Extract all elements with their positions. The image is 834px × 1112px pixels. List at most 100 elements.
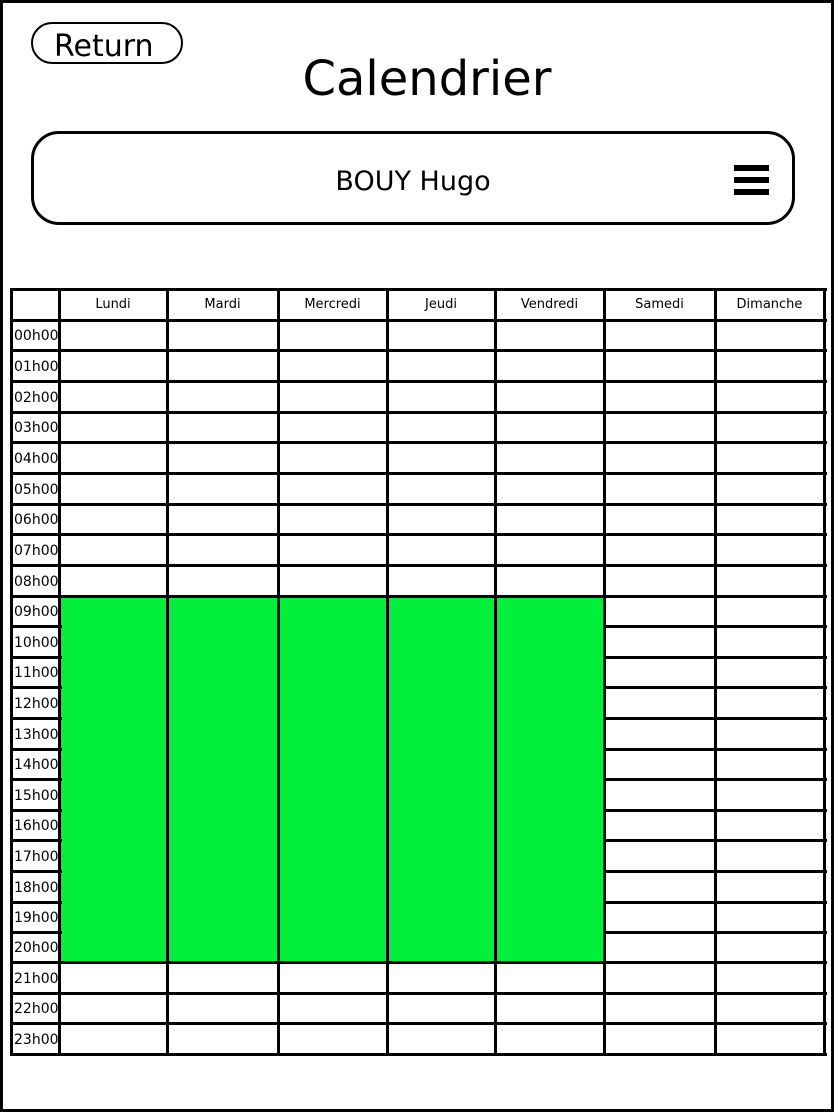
time-slot-jeudi-05h00[interactable] bbox=[387, 473, 495, 504]
time-slot-jeudi-09h00[interactable] bbox=[387, 596, 495, 626]
time-slot-dimanche-09h00[interactable] bbox=[715, 596, 824, 626]
time-slot-jeudi-11h00[interactable] bbox=[387, 657, 495, 687]
time-slot-samedi-07h00[interactable] bbox=[604, 534, 715, 565]
time-slot-jeudi-17h00[interactable] bbox=[387, 840, 495, 871]
time-slot-mardi-05h00[interactable] bbox=[167, 473, 278, 504]
time-slot-samedi-02h00[interactable] bbox=[604, 381, 715, 412]
time-slot-mardi-13h00[interactable] bbox=[167, 718, 278, 749]
time-slot-mercredi-18h00[interactable] bbox=[278, 871, 387, 902]
time-slot-samedi-15h00[interactable] bbox=[604, 779, 715, 810]
time-slot-jeudi-20h00[interactable] bbox=[387, 932, 495, 962]
time-slot-lundi-02h00[interactable] bbox=[59, 381, 167, 412]
time-slot-mardi-10h00[interactable] bbox=[167, 626, 278, 657]
time-slot-samedi-12h00[interactable] bbox=[604, 687, 715, 718]
time-slot-vendredi-00h00[interactable] bbox=[495, 320, 604, 350]
time-slot-dimanche-08h00[interactable] bbox=[715, 565, 824, 596]
time-slot-mercredi-12h00[interactable] bbox=[278, 687, 387, 718]
time-slot-jeudi-01h00[interactable] bbox=[387, 350, 495, 381]
time-slot-mercredi-23h00[interactable] bbox=[278, 1023, 387, 1054]
time-slot-mardi-08h00[interactable] bbox=[167, 565, 278, 596]
time-slot-dimanche-15h00[interactable] bbox=[715, 779, 824, 810]
time-slot-vendredi-14h00[interactable] bbox=[495, 749, 604, 779]
time-slot-mardi-23h00[interactable] bbox=[167, 1023, 278, 1054]
time-slot-mercredi-15h00[interactable] bbox=[278, 779, 387, 810]
time-slot-samedi-21h00[interactable] bbox=[604, 962, 715, 993]
time-slot-lundi-20h00[interactable] bbox=[59, 932, 167, 962]
time-slot-mardi-06h00[interactable] bbox=[167, 504, 278, 534]
time-slot-dimanche-16h00[interactable] bbox=[715, 810, 824, 840]
time-slot-jeudi-14h00[interactable] bbox=[387, 749, 495, 779]
time-slot-mercredi-07h00[interactable] bbox=[278, 534, 387, 565]
time-slot-vendredi-16h00[interactable] bbox=[495, 810, 604, 840]
time-slot-jeudi-15h00[interactable] bbox=[387, 779, 495, 810]
time-slot-lundi-00h00[interactable] bbox=[59, 320, 167, 350]
time-slot-mercredi-00h00[interactable] bbox=[278, 320, 387, 350]
time-slot-jeudi-12h00[interactable] bbox=[387, 687, 495, 718]
time-slot-mercredi-13h00[interactable] bbox=[278, 718, 387, 749]
time-slot-mardi-21h00[interactable] bbox=[167, 962, 278, 993]
time-slot-lundi-17h00[interactable] bbox=[59, 840, 167, 871]
time-slot-dimanche-03h00[interactable] bbox=[715, 412, 824, 442]
time-slot-jeudi-02h00[interactable] bbox=[387, 381, 495, 412]
time-slot-samedi-01h00[interactable] bbox=[604, 350, 715, 381]
time-slot-jeudi-23h00[interactable] bbox=[387, 1023, 495, 1054]
time-slot-samedi-23h00[interactable] bbox=[604, 1023, 715, 1054]
time-slot-lundi-11h00[interactable] bbox=[59, 657, 167, 687]
time-slot-mardi-16h00[interactable] bbox=[167, 810, 278, 840]
time-slot-mardi-17h00[interactable] bbox=[167, 840, 278, 871]
time-slot-samedi-18h00[interactable] bbox=[604, 871, 715, 902]
time-slot-vendredi-03h00[interactable] bbox=[495, 412, 604, 442]
time-slot-mercredi-20h00[interactable] bbox=[278, 932, 387, 962]
time-slot-mercredi-17h00[interactable] bbox=[278, 840, 387, 871]
time-slot-dimanche-23h00[interactable] bbox=[715, 1023, 824, 1054]
time-slot-samedi-03h00[interactable] bbox=[604, 412, 715, 442]
time-slot-samedi-06h00[interactable] bbox=[604, 504, 715, 534]
time-slot-jeudi-04h00[interactable] bbox=[387, 442, 495, 473]
time-slot-dimanche-20h00[interactable] bbox=[715, 932, 824, 962]
time-slot-lundi-12h00[interactable] bbox=[59, 687, 167, 718]
time-slot-dimanche-13h00[interactable] bbox=[715, 718, 824, 749]
time-slot-mardi-02h00[interactable] bbox=[167, 381, 278, 412]
time-slot-mardi-01h00[interactable] bbox=[167, 350, 278, 381]
time-slot-mardi-03h00[interactable] bbox=[167, 412, 278, 442]
time-slot-lundi-05h00[interactable] bbox=[59, 473, 167, 504]
time-slot-vendredi-19h00[interactable] bbox=[495, 902, 604, 932]
time-slot-lundi-16h00[interactable] bbox=[59, 810, 167, 840]
time-slot-mardi-04h00[interactable] bbox=[167, 442, 278, 473]
time-slot-mercredi-02h00[interactable] bbox=[278, 381, 387, 412]
time-slot-mardi-00h00[interactable] bbox=[167, 320, 278, 350]
time-slot-vendredi-10h00[interactable] bbox=[495, 626, 604, 657]
time-slot-lundi-19h00[interactable] bbox=[59, 902, 167, 932]
time-slot-samedi-16h00[interactable] bbox=[604, 810, 715, 840]
time-slot-lundi-06h00[interactable] bbox=[59, 504, 167, 534]
time-slot-jeudi-22h00[interactable] bbox=[387, 993, 495, 1023]
time-slot-jeudi-03h00[interactable] bbox=[387, 412, 495, 442]
time-slot-lundi-22h00[interactable] bbox=[59, 993, 167, 1023]
time-slot-mercredi-14h00[interactable] bbox=[278, 749, 387, 779]
time-slot-dimanche-02h00[interactable] bbox=[715, 381, 824, 412]
time-slot-dimanche-01h00[interactable] bbox=[715, 350, 824, 381]
time-slot-vendredi-11h00[interactable] bbox=[495, 657, 604, 687]
time-slot-mercredi-22h00[interactable] bbox=[278, 993, 387, 1023]
time-slot-mardi-22h00[interactable] bbox=[167, 993, 278, 1023]
time-slot-mardi-18h00[interactable] bbox=[167, 871, 278, 902]
time-slot-samedi-05h00[interactable] bbox=[604, 473, 715, 504]
time-slot-vendredi-09h00[interactable] bbox=[495, 596, 604, 626]
time-slot-samedi-00h00[interactable] bbox=[604, 320, 715, 350]
time-slot-lundi-23h00[interactable] bbox=[59, 1023, 167, 1054]
time-slot-dimanche-05h00[interactable] bbox=[715, 473, 824, 504]
time-slot-samedi-08h00[interactable] bbox=[604, 565, 715, 596]
time-slot-jeudi-00h00[interactable] bbox=[387, 320, 495, 350]
time-slot-samedi-13h00[interactable] bbox=[604, 718, 715, 749]
time-slot-mercredi-01h00[interactable] bbox=[278, 350, 387, 381]
time-slot-dimanche-17h00[interactable] bbox=[715, 840, 824, 871]
time-slot-jeudi-19h00[interactable] bbox=[387, 902, 495, 932]
time-slot-mardi-07h00[interactable] bbox=[167, 534, 278, 565]
time-slot-vendredi-06h00[interactable] bbox=[495, 504, 604, 534]
time-slot-mardi-11h00[interactable] bbox=[167, 657, 278, 687]
time-slot-lundi-13h00[interactable] bbox=[59, 718, 167, 749]
time-slot-vendredi-12h00[interactable] bbox=[495, 687, 604, 718]
time-slot-dimanche-14h00[interactable] bbox=[715, 749, 824, 779]
time-slot-lundi-08h00[interactable] bbox=[59, 565, 167, 596]
time-slot-dimanche-00h00[interactable] bbox=[715, 320, 824, 350]
